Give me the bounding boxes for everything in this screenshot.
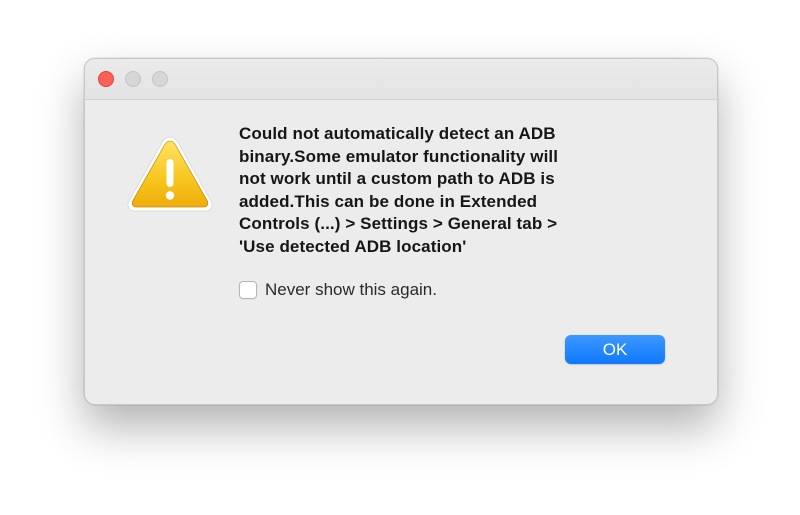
message-line: Controls (...) > Settings > General tab … [239,214,558,233]
alert-message: Could not automatically detect an ADB bi… [239,123,679,258]
message-line: Could not automatically detect an ADB [239,124,556,143]
alert-dialog: Could not automatically detect an ADB bi… [84,58,718,405]
close-window-button[interactable] [98,71,114,87]
minimize-window-button[interactable] [125,71,141,87]
never-show-again-checkbox[interactable] [239,281,257,299]
never-show-again-option[interactable]: Never show this again. [239,279,437,301]
message-line: added.This can be done in Extended [239,191,538,211]
message-line: binary.Some emulator functionality will [239,146,559,166]
message-line: not work until a custom path to ADB is [239,169,555,188]
message-line: 'Use detected ADB location' [239,236,467,256]
zoom-window-button[interactable] [152,71,168,87]
never-show-again-label[interactable]: Never show this again. [265,280,437,300]
warning-icon [127,136,213,212]
ok-button[interactable]: OK [565,335,665,364]
screen: Could not automatically detect an ADB bi… [0,0,800,515]
title-bar [85,59,717,100]
